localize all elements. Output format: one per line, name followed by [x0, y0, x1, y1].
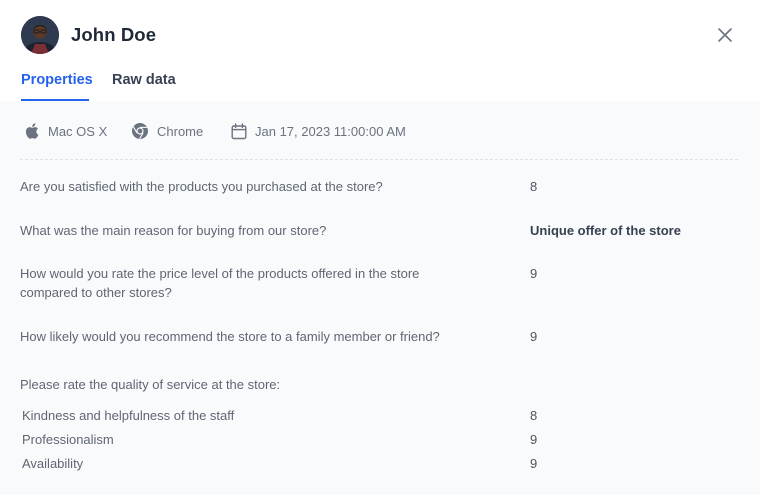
question-4: How likely would you recommend the store…	[20, 329, 440, 344]
answer-1: 8	[530, 179, 538, 194]
user-name: John Doe	[71, 24, 157, 45]
tab-properties[interactable]: Properties	[21, 72, 93, 88]
rating-item-label: Kindness and helpfulness of the staff	[22, 408, 235, 423]
meta-browser: Chrome	[131, 120, 203, 142]
rating-question: Please rate the quality of service at th…	[20, 377, 281, 392]
question-3: How would you rate the price level of th…	[20, 266, 420, 300]
question-1: Are you satisfied with the products you …	[20, 179, 383, 194]
avatar-image	[21, 16, 59, 54]
rating-item-value: 9	[530, 432, 538, 447]
date-label: Jan 17, 2023 11:00:00 AM	[255, 123, 406, 139]
answer-4: 9	[530, 329, 538, 344]
close-button[interactable]	[714, 24, 736, 46]
tab-raw-data[interactable]: Raw data	[112, 72, 176, 88]
avatar	[21, 16, 59, 54]
properties-panel: Mac OS X Chrome Jan 17, 2023 11:00:00 AM…	[0, 101, 760, 495]
meta-os: Mac OS X	[25, 120, 107, 142]
panel-header: John Doe Properties Raw data	[0, 0, 760, 101]
close-icon	[718, 28, 732, 42]
rating-item-value: 9	[530, 456, 538, 471]
chrome-icon	[132, 123, 148, 140]
os-label: Mac OS X	[48, 123, 108, 139]
meta-date: Jan 17, 2023 11:00:00 AM	[231, 120, 406, 142]
question-2: What was the main reason for buying from…	[20, 223, 327, 238]
apple-icon	[25, 123, 39, 139]
rating-item-label: Professionalism	[22, 432, 114, 447]
browser-label: Chrome	[157, 123, 204, 139]
answer-2: Unique offer of the store	[530, 223, 681, 238]
session-meta: Mac OS X Chrome Jan 17, 2023 11:00:00 AM	[21, 120, 741, 142]
calendar-icon	[231, 122, 247, 139]
divider	[20, 159, 738, 160]
rating-item-value: 8	[530, 408, 538, 423]
rating-item-label: Availability	[22, 456, 84, 471]
answer-3: 9	[530, 266, 538, 281]
